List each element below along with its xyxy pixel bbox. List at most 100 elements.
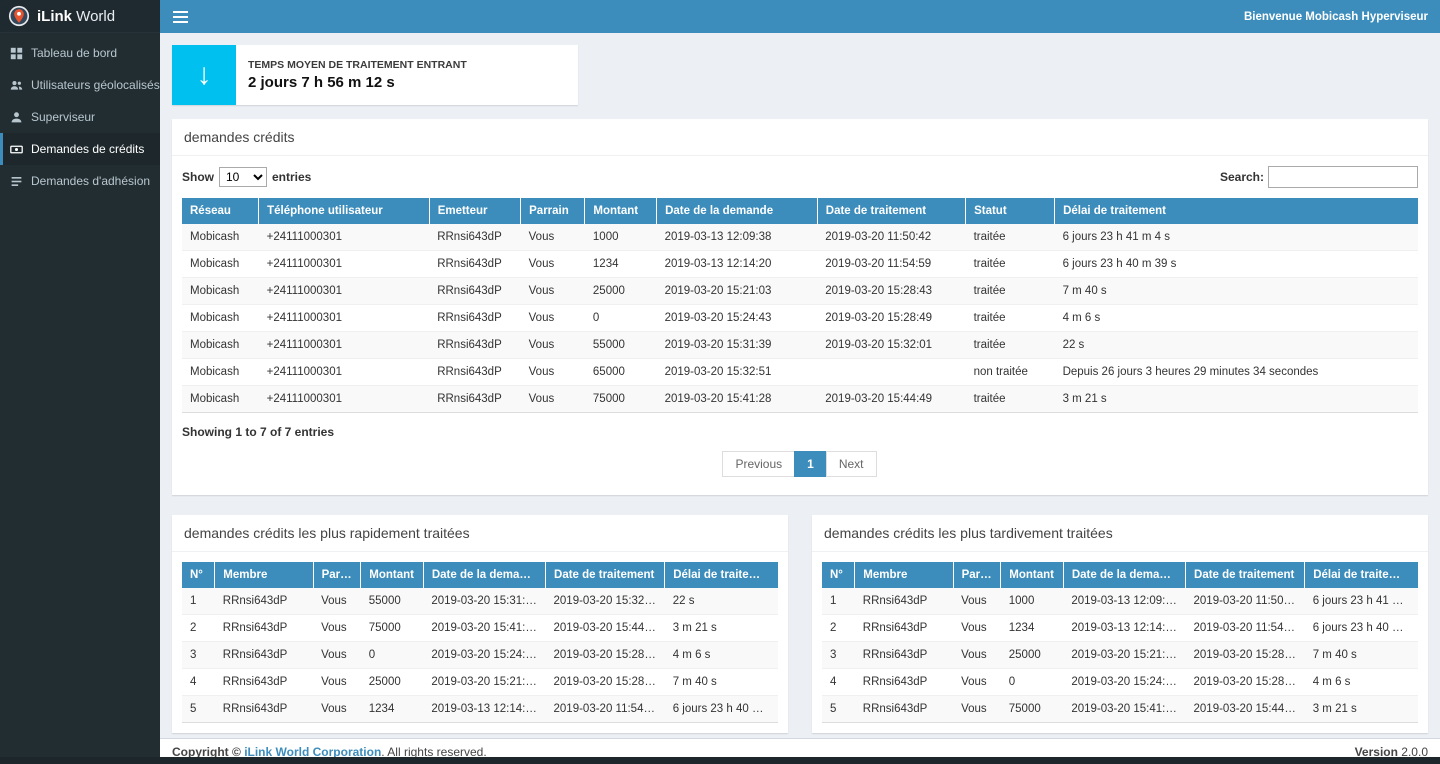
column-header[interactable]: Statut — [966, 198, 1055, 224]
table-cell: 2019-03-20 15:28:49 — [1186, 669, 1305, 696]
table-cell: 2019-03-20 15:21:03 — [1063, 642, 1185, 669]
show-label: Show — [182, 170, 214, 184]
sidebar-item-credit-requests[interactable]: Demandes de crédits — [0, 133, 160, 165]
table-cell: 6 jours 23 h 40 m 39 s — [665, 696, 778, 723]
search-input[interactable] — [1268, 166, 1418, 188]
entries-label: entries — [272, 170, 311, 184]
column-header[interactable]: Montant — [585, 198, 657, 224]
column-header[interactable]: Date de traitement — [817, 198, 965, 224]
table-cell: +24111000301 — [259, 359, 430, 386]
ilink-globe-icon — [8, 5, 30, 27]
table-cell: 2019-03-20 15:32:01 — [817, 332, 965, 359]
table-cell: Vous — [521, 251, 585, 278]
search-control: Search: — [1220, 166, 1418, 188]
table-cell: 2 — [182, 615, 215, 642]
table-cell: 2019-03-20 15:28:43 — [546, 669, 665, 696]
column-header[interactable]: Montant — [361, 562, 424, 588]
table-cell: 1 — [182, 588, 215, 615]
users-icon — [10, 79, 23, 92]
sidebar-item-membership-requests[interactable]: Demandes d'adhésion — [0, 165, 160, 197]
table-cell: +24111000301 — [259, 251, 430, 278]
dashboard-icon — [10, 47, 23, 60]
table-row: Mobicash+24111000301RRnsi643dPVous250002… — [182, 278, 1418, 305]
showing-entries-text: Showing 1 to 7 of 7 entries — [182, 413, 1418, 445]
column-header[interactable]: Emetteur — [429, 198, 520, 224]
table-cell: 1 — [822, 588, 855, 615]
column-header[interactable]: Date de la demande — [657, 198, 818, 224]
column-header[interactable]: Parrain — [313, 562, 361, 588]
column-header[interactable]: Délai de traitement — [1305, 562, 1418, 588]
column-header[interactable]: Délai de traitement — [1055, 198, 1418, 224]
slowest-processed-panel: demandes crédits les plus tardivement tr… — [812, 515, 1428, 733]
column-header[interactable]: Téléphone utilisateur — [259, 198, 430, 224]
sidebar-item-geo-users[interactable]: Utilisateurs géolocalisés — [0, 69, 160, 101]
column-header[interactable]: N° — [822, 562, 855, 588]
table-cell: 1234 — [585, 251, 657, 278]
table-row: 5RRnsi643dPVous750002019-03-20 15:41:282… — [822, 696, 1418, 723]
table-cell: +24111000301 — [259, 332, 430, 359]
table-cell: 2019-03-20 15:28:49 — [817, 305, 965, 332]
table-cell: 4 m 6 s — [665, 642, 778, 669]
table-cell: 25000 — [1001, 642, 1064, 669]
table-cell: 3 m 21 s — [1305, 696, 1418, 723]
pagination-previous-button[interactable]: Previous — [722, 451, 795, 477]
credit-requests-panel: demandes crédits Show 10 entries Search: — [172, 119, 1428, 495]
sidebar-item-dashboard[interactable]: Tableau de bord — [0, 37, 160, 69]
table-cell: 3 m 21 s — [665, 615, 778, 642]
table-cell: Vous — [953, 669, 1001, 696]
panel-title: demandes crédits les plus tardivement tr… — [812, 515, 1428, 552]
table-cell: 2019-03-20 15:41:28 — [657, 386, 818, 413]
table-cell: 2019-03-20 15:32:01 — [546, 588, 665, 615]
table-cell: 2019-03-20 15:28:43 — [1186, 642, 1305, 669]
bottom-panels-row: demandes crédits les plus rapidement tra… — [172, 515, 1428, 733]
brand-logo[interactable]: iLink World — [0, 0, 160, 33]
page-length-select[interactable]: 10 — [219, 167, 267, 187]
table-cell — [817, 359, 965, 386]
column-header[interactable]: Membre — [855, 562, 953, 588]
column-header[interactable]: Réseau — [182, 198, 259, 224]
table-cell: 2019-03-20 15:21:03 — [423, 669, 545, 696]
column-header[interactable]: Montant — [1001, 562, 1064, 588]
table-cell: 5 — [182, 696, 215, 723]
table-cell: RRnsi643dP — [215, 588, 313, 615]
column-header[interactable]: Membre — [215, 562, 313, 588]
table-cell: RRnsi643dP — [855, 588, 953, 615]
table-row: 5RRnsi643dPVous12342019-03-13 12:14:2020… — [182, 696, 778, 723]
table-row: Mobicash+24111000301RRnsi643dPVous550002… — [182, 332, 1418, 359]
table-cell: RRnsi643dP — [429, 305, 520, 332]
table-row: 4RRnsi643dPVous250002019-03-20 15:21:032… — [182, 669, 778, 696]
column-header[interactable]: Parrain — [521, 198, 585, 224]
table-row: 2RRnsi643dPVous750002019-03-20 15:41:282… — [182, 615, 778, 642]
column-header[interactable]: Parrain — [953, 562, 1001, 588]
table-cell: 2019-03-20 15:28:49 — [546, 642, 665, 669]
table-cell: RRnsi643dP — [429, 224, 520, 251]
pagination-next-button[interactable]: Next — [826, 451, 877, 477]
search-label: Search: — [1220, 170, 1264, 184]
table-cell: Vous — [953, 642, 1001, 669]
table-cell: 22 s — [665, 588, 778, 615]
table-cell: Vous — [313, 696, 361, 723]
table-row: Mobicash+24111000301RRnsi643dPVous02019-… — [182, 305, 1418, 332]
table-cell: traitée — [966, 332, 1055, 359]
column-header[interactable]: N° — [182, 562, 215, 588]
table-cell: Mobicash — [182, 359, 259, 386]
welcome-text: Bienvenue Mobicash Hyperviseur — [1244, 11, 1440, 23]
column-header[interactable]: Date de traitement — [1186, 562, 1305, 588]
table-cell: Vous — [521, 224, 585, 251]
column-header[interactable]: Délai de traitement — [665, 562, 778, 588]
column-header[interactable]: Date de la demande — [423, 562, 545, 588]
table-cell: 0 — [1001, 669, 1064, 696]
column-header[interactable]: Date de traitement — [546, 562, 665, 588]
table-cell: Mobicash — [182, 305, 259, 332]
pagination-page-1-button[interactable]: 1 — [794, 451, 827, 477]
infobox-label: TEMPS MOYEN DE TRAITEMENT ENTRANT — [248, 59, 467, 71]
sidebar-toggle-button[interactable] — [160, 0, 200, 33]
sidebar-item-supervisor[interactable]: Superviseur — [0, 101, 160, 133]
credit-icon — [10, 143, 23, 156]
table-row: 1RRnsi643dPVous10002019-03-13 12:09:3820… — [822, 588, 1418, 615]
table-cell: 3 m 21 s — [1055, 386, 1418, 413]
table-cell: 65000 — [585, 359, 657, 386]
table-cell: 1234 — [361, 696, 424, 723]
column-header[interactable]: Date de la demande — [1063, 562, 1185, 588]
table-cell: Mobicash — [182, 332, 259, 359]
